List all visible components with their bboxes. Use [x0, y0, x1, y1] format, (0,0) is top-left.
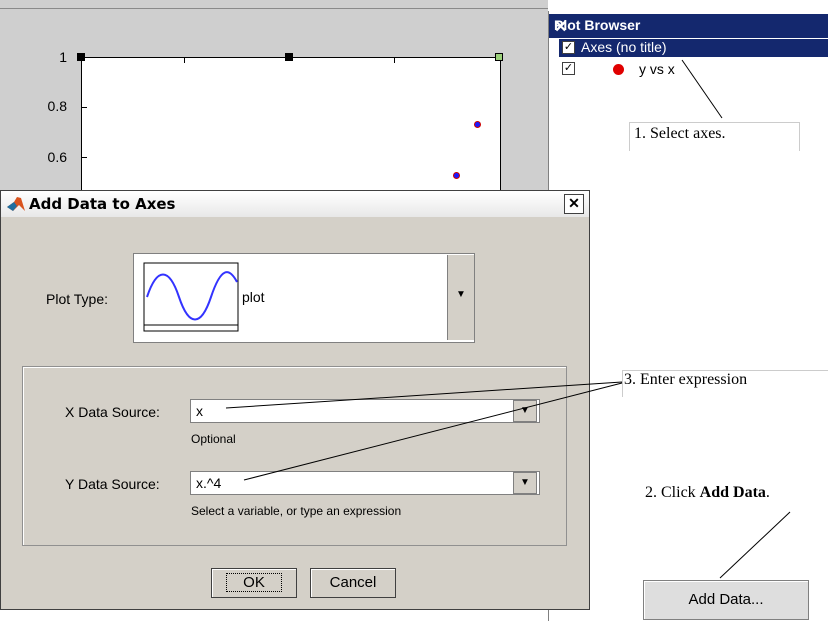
callout-line-step1: [681, 59, 723, 119]
callout-line-y: [243, 382, 623, 481]
annotation-callout-lines: [225, 59, 791, 579]
callout-line-x: [225, 381, 623, 409]
callout-line-step2: [719, 511, 791, 579]
